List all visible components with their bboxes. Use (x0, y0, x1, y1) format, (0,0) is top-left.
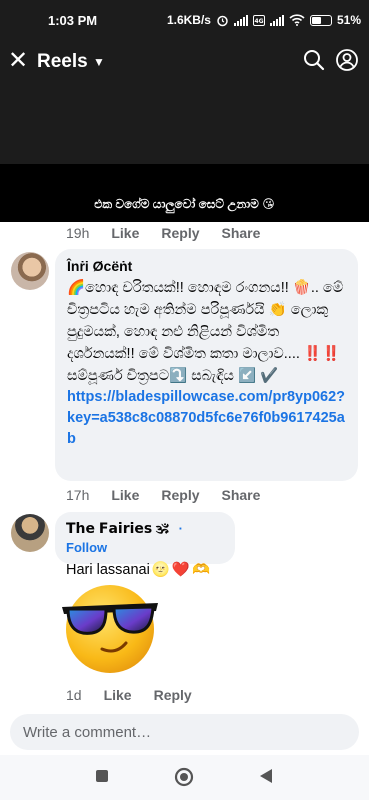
signal-icon (233, 14, 248, 26)
comment-bubble: 𝗧𝗵𝗲 𝗙𝗮𝗶𝗿𝗶𝗲𝘀 🕉 · Follow Hari lassanai 🌝 ❤… (55, 512, 235, 578)
comment-author[interactable]: Înṙi Øcëṅt (67, 257, 346, 275)
comment-author[interactable]: 𝗧𝗵𝗲 𝗙𝗮𝗶𝗿𝗶𝗲𝘀 🕉 (66, 520, 169, 536)
comment-author-row: 𝗧𝗵𝗲 𝗙𝗮𝗶𝗿𝗶𝗲𝘀 🕉 · Follow (66, 519, 224, 557)
like-button[interactable]: Like (111, 487, 139, 503)
comment-link[interactable]: https://bladespillowcase.com/pr8yp062?ke… (67, 387, 346, 450)
back-icon[interactable] (259, 768, 273, 784)
hands-heart-emoji: 🫶 (191, 562, 211, 578)
like-button[interactable]: Like (104, 687, 132, 703)
comment-actions: 1d Like Reply (66, 687, 192, 703)
comment-time: 1d (66, 687, 82, 703)
comment-text: Hari lassanai (66, 561, 150, 578)
recents-icon[interactable] (95, 769, 109, 783)
moon-emoji: 🌝 (151, 562, 170, 578)
comment-time: 19h (66, 225, 90, 241)
avatar[interactable] (11, 252, 49, 290)
reels-header: ✕ Reels ▼ (0, 42, 369, 82)
reply-button[interactable]: Reply (161, 487, 199, 503)
volte-icon: 4G (252, 14, 265, 26)
like-button[interactable]: Like (111, 225, 139, 241)
search-icon[interactable] (303, 49, 325, 71)
comment-bubble: Înṙi Øcëṅt 🌈හොඳ චරිතයක්!! හොඳම රංගනය!! 🍿… (55, 249, 358, 481)
cool-emoji-sticker[interactable] (60, 577, 160, 677)
comment-text-row: Hari lassanai 🌝 ❤️ 🫶 (66, 561, 224, 579)
comment-composer (10, 714, 359, 750)
reply-button[interactable]: Reply (154, 687, 192, 703)
battery-icon (309, 14, 332, 26)
reply-button[interactable]: Reply (161, 225, 199, 241)
comment-actions: 17h Like Reply Share (66, 487, 260, 503)
alarm-icon (217, 15, 228, 26)
share-button[interactable]: Share (222, 487, 261, 503)
signal-icon-2 (269, 14, 284, 26)
comments-section: 19h Like Reply Share Înṙi Øcëṅt 🌈හොඳ චරි… (0, 222, 369, 712)
home-icon[interactable] (174, 767, 194, 787)
avatar[interactable] (11, 514, 49, 552)
wifi-icon (289, 14, 305, 26)
battery-percent: 51% (336, 13, 361, 27)
comment-input[interactable] (10, 714, 359, 750)
page-title[interactable]: Reels (37, 51, 88, 73)
comment-time: 17h (66, 487, 90, 503)
heart-emoji: ❤️ (171, 562, 190, 578)
caption-strip (0, 164, 369, 222)
profile-icon[interactable] (336, 49, 358, 71)
reel-video[interactable]: එක වගේම යාලුවෝ සෙට් උනාම 😘 (0, 82, 369, 222)
svg-text:4G: 4G (254, 18, 263, 25)
close-icon[interactable]: ✕ (8, 48, 28, 74)
comment-actions-top: 19h Like Reply Share (66, 225, 260, 241)
system-nav-bar (0, 755, 369, 800)
network-speed: 1.6KB/s (166, 13, 211, 27)
status-icons: 1.6KB/s 4G 51% (167, 13, 361, 27)
video-caption: එක වගේම යාලුවෝ සෙට් උනාම 😘 (94, 197, 275, 211)
share-button[interactable]: Share (222, 225, 261, 241)
comment-text: 🌈හොඳ චරිතයක්!! හොඳම රංගනය!! 🍿.. මේ චිත්‍… (67, 280, 344, 384)
chevron-down-icon[interactable]: ▼ (93, 55, 105, 69)
status-time: 1:03 PM (48, 13, 98, 28)
status-bar: 1:03 PM 1.6KB/s 4G 51% (0, 0, 369, 42)
